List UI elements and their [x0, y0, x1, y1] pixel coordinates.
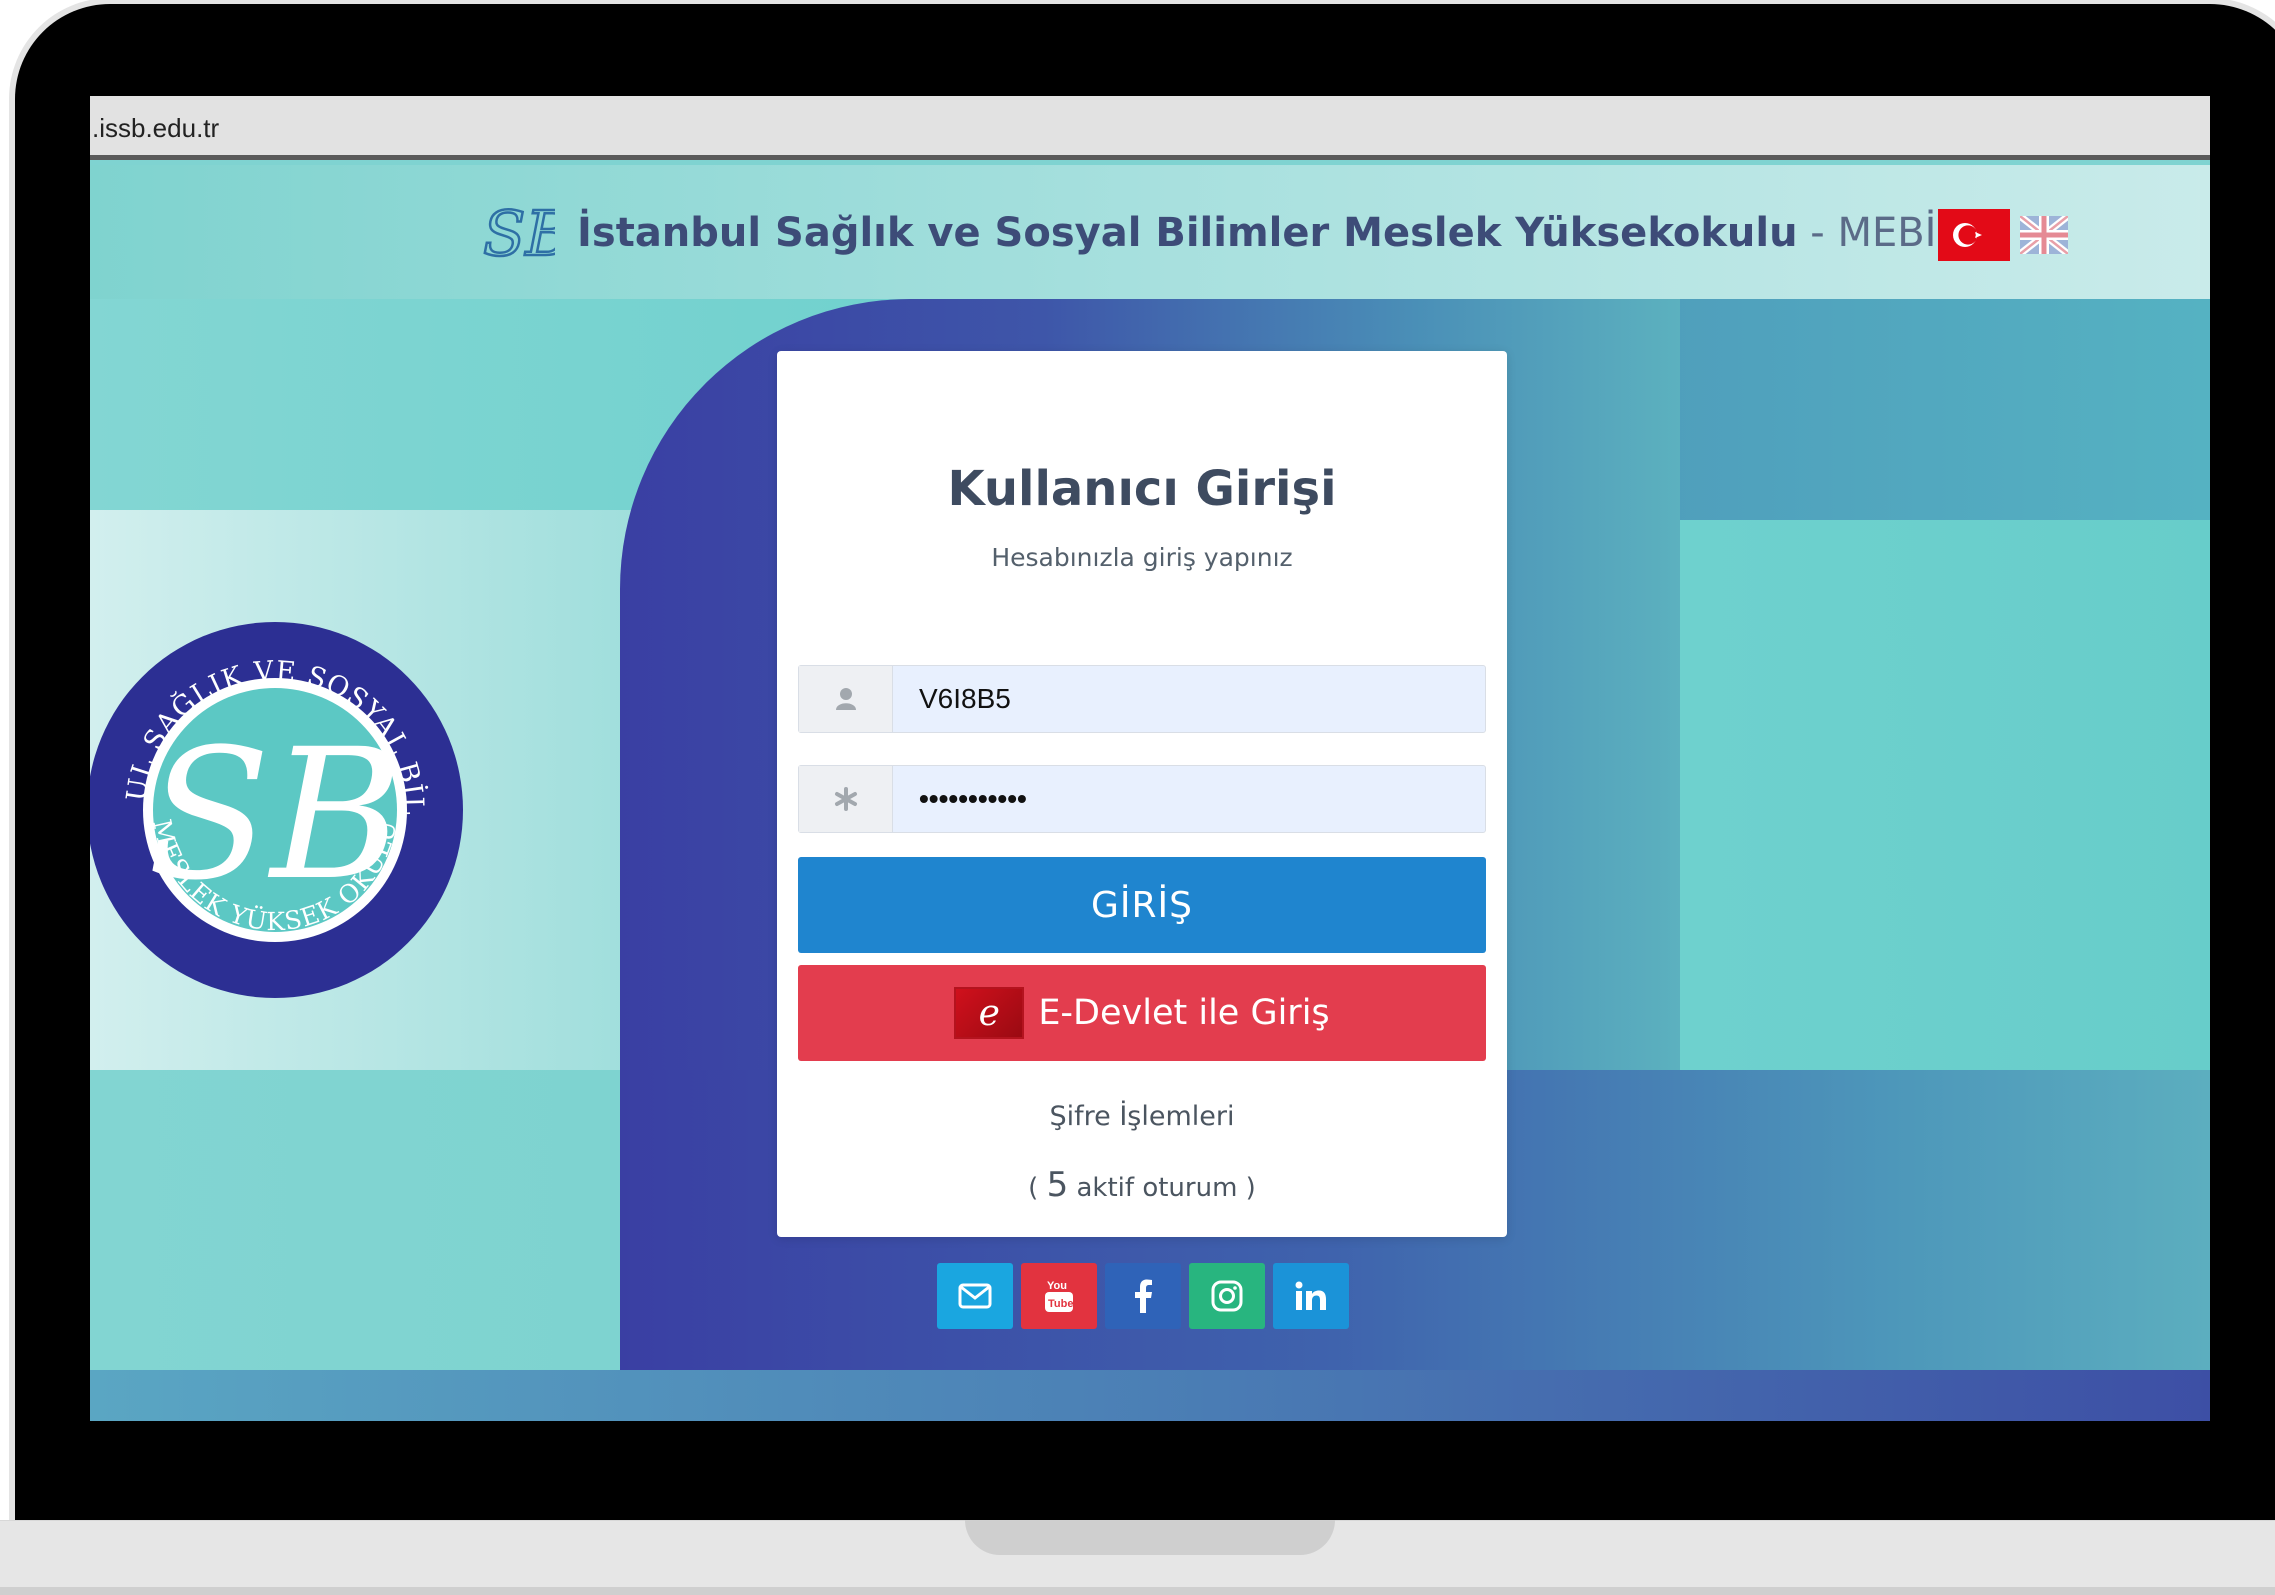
uk-flag-icon[interactable] — [2017, 213, 2071, 257]
sessions-open: ( — [1028, 1173, 1047, 1203]
school-seal: İSTANBUL SAĞLIK VE SOSYAL BİLİMLER MESLE… — [90, 589, 470, 1005]
linkedin-icon[interactable] — [1273, 1263, 1349, 1329]
login-page: SB İstanbul Sağlık ve Sosyal Bilimler Me… — [90, 165, 2210, 1421]
password-field — [798, 765, 1486, 833]
svg-text:Tube: Tube — [1048, 1298, 1073, 1310]
edevlet-logo-icon: e — [954, 987, 1025, 1039]
language-switcher — [1938, 209, 2071, 261]
background-bottom-strip — [90, 1370, 2210, 1421]
login-subtitle: Hesabınızla giriş yapınız — [991, 543, 1293, 572]
browser-screen: .issb.edu.tr SB İstanbul Sağlık ve Sosya… — [90, 96, 2210, 1421]
password-input[interactable] — [893, 766, 1485, 832]
username-input[interactable] — [893, 666, 1485, 732]
user-icon — [799, 666, 893, 732]
username-field — [798, 665, 1486, 733]
sessions-label: aktif oturum ) — [1068, 1173, 1256, 1203]
svg-text:You: You — [1047, 1280, 1067, 1292]
login-button[interactable]: GİRİŞ — [798, 857, 1486, 953]
email-icon[interactable] — [937, 1263, 1013, 1329]
site-header: SB İstanbul Sağlık ve Sosyal Bilimler Me… — [475, 193, 1962, 273]
active-sessions: ( 5 aktif oturum ) — [777, 1165, 1507, 1205]
password-operations-link[interactable]: Şifre İşlemleri — [777, 1101, 1507, 1132]
sessions-count: 5 — [1046, 1165, 1069, 1205]
laptop-notch — [965, 1520, 1335, 1555]
site-title: İstanbul Sağlık ve Sosyal Bilimler Mesle… — [577, 210, 1962, 256]
youtube-icon[interactable]: You Tube — [1021, 1263, 1097, 1329]
edevlet-login-button[interactable]: e E-Devlet ile Giriş — [798, 965, 1486, 1061]
address-bar[interactable]: .issb.edu.tr — [90, 96, 2210, 160]
site-title-text: İstanbul Sağlık ve Sosyal Bilimler Mesle… — [577, 210, 1798, 256]
turkish-flag-icon[interactable] — [1938, 209, 2010, 261]
sb-logo-icon: SB — [482, 196, 555, 272]
address-url[interactable]: .issb.edu.tr — [92, 113, 219, 143]
svg-text:SB: SB — [483, 197, 555, 270]
edevlet-login-label: E-Devlet ile Giriş — [1038, 993, 1330, 1033]
asterisk-icon — [799, 766, 893, 832]
login-card: Kullanıcı Girişi Hesabınızla giriş yapın… — [777, 351, 1507, 1237]
login-title: Kullanıcı Girişi — [947, 461, 1337, 517]
social-links: You Tube — [937, 1263, 1349, 1329]
instagram-icon[interactable] — [1189, 1263, 1265, 1329]
background-band-bottom-left — [90, 1070, 620, 1370]
school-logo[interactable]: SB — [475, 193, 555, 273]
svg-text:SB: SB — [147, 711, 403, 920]
facebook-icon[interactable] — [1105, 1263, 1181, 1329]
